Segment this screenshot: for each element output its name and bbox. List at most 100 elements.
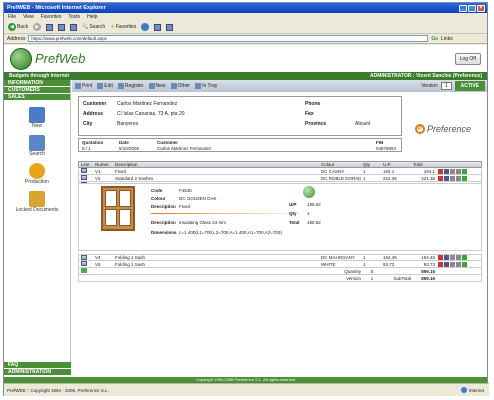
in-tray-button[interactable]: In Tray xyxy=(195,83,217,89)
print-row-icon[interactable] xyxy=(456,175,461,181)
sidebar-section-faq[interactable]: FAQ xyxy=(4,362,71,369)
favorites-label: Favorites xyxy=(115,24,137,30)
add-row-icon[interactable] xyxy=(462,255,467,260)
row-up: 221.36 xyxy=(383,175,397,181)
description-label: Description xyxy=(151,204,176,209)
register-icon xyxy=(117,83,124,89)
row-select-button[interactable] xyxy=(81,261,87,266)
province-value: Alicant xyxy=(355,121,371,127)
maximize-button[interactable]: □ xyxy=(468,4,476,12)
print-button[interactable]: Print xyxy=(75,83,92,89)
sidebar-item-search[interactable]: Search xyxy=(4,135,70,157)
print-row-icon[interactable] xyxy=(456,255,461,260)
table-row[interactable]: V5 Folding 1 Sash WHITE 1 93.73 93.73 xyxy=(78,261,482,268)
sidebar-section-sales[interactable]: SALES xyxy=(4,94,70,101)
row-select-button[interactable] xyxy=(81,175,87,180)
delete-icon[interactable] xyxy=(438,168,443,174)
line-detail-panel: Code F4540 Colour DC GOLDEN OAK Descript… xyxy=(78,183,482,251)
media-icon[interactable] xyxy=(141,23,150,31)
minimize-button[interactable]: _ xyxy=(459,4,467,12)
preference-p-icon: P xyxy=(415,124,425,134)
delete-icon[interactable] xyxy=(438,175,443,181)
sidebar-section-customers[interactable]: CUSTOMERS xyxy=(4,87,70,94)
table-row[interactable]: V4 Folding 1 Sash DC MAHOGANY 1 154.45 1… xyxy=(78,254,482,261)
app-header: PrefWeb Log Off xyxy=(4,45,487,72)
edit-button[interactable]: Edit xyxy=(97,83,113,89)
table-row[interactable]: V1 Fixed DC CASRA 1 194.1 194.1 xyxy=(78,168,482,175)
sidebar-item-locked-documents[interactable]: Locked Documents xyxy=(4,191,70,213)
divider xyxy=(151,213,311,214)
sidebar-section-information[interactable]: INFORMATION xyxy=(4,80,70,87)
address-input[interactable]: https://www.prefweb.com/default.aspx xyxy=(28,35,429,42)
links-label[interactable]: Links xyxy=(441,36,453,42)
favorites-button[interactable]: ★ Favorites xyxy=(110,24,136,30)
print-row-icon[interactable] xyxy=(456,261,461,267)
sidebar-item-new[interactable]: New xyxy=(4,107,70,129)
app-greenbar: Budgets through Internet ADMINISTRATOR :… xyxy=(4,72,487,80)
delete-icon[interactable] xyxy=(438,261,443,267)
version-select[interactable]: 1 xyxy=(440,82,452,90)
edit-row-icon[interactable] xyxy=(450,168,455,174)
print-row-icon[interactable] xyxy=(456,168,461,174)
refresh-icon[interactable] xyxy=(58,23,66,31)
copy-icon[interactable] xyxy=(444,175,449,181)
copy-icon[interactable] xyxy=(444,168,449,174)
sidebar-section-administration[interactable]: ADMINISTRATION xyxy=(4,369,71,376)
internet-zone-icon xyxy=(460,387,467,393)
star-icon: ★ xyxy=(110,24,115,30)
edit-row-icon[interactable] xyxy=(450,261,455,267)
row-colour: DC CASRA xyxy=(321,168,345,174)
menu-view[interactable]: View xyxy=(23,14,34,20)
row-select-button[interactable] xyxy=(81,254,87,260)
row-qty: 1 xyxy=(363,168,366,174)
row-number: V2 xyxy=(95,175,101,181)
customer-value: Carlos Martinez Fernandez xyxy=(117,101,178,107)
delete-icon[interactable] xyxy=(438,255,443,260)
other-button[interactable]: Other xyxy=(170,83,190,89)
register-button[interactable]: Register xyxy=(117,83,144,89)
new-button[interactable]: New xyxy=(148,83,166,89)
menu-file[interactable]: File xyxy=(8,14,16,20)
edit-row-icon[interactable] xyxy=(450,255,455,260)
add-line-icon[interactable] xyxy=(81,268,87,273)
sidebar-item-production[interactable]: Production xyxy=(4,163,70,185)
add-row-icon[interactable] xyxy=(462,168,467,174)
edit-row-icon[interactable] xyxy=(450,175,455,181)
row-colour: WHITE xyxy=(321,261,336,267)
sidebar: INFORMATION CUSTOMERS SALES New Search P… xyxy=(4,80,71,376)
up-value: 195.52 xyxy=(307,202,321,207)
totals-version-value[interactable]: 1 xyxy=(361,276,381,281)
quotation-header: Quotation xyxy=(82,140,104,145)
mail-icon[interactable] xyxy=(154,23,162,31)
menu-help[interactable]: Help xyxy=(87,14,97,20)
row-number: V1 xyxy=(95,168,101,174)
col-colour: Colour xyxy=(321,162,335,167)
address-label: Address xyxy=(83,111,104,117)
add-row-icon[interactable] xyxy=(462,175,467,181)
user-info: ADMINISTRATOR : Vicent Sanchis (Preferen… xyxy=(370,73,482,79)
print-icon[interactable] xyxy=(166,23,174,31)
go-button[interactable]: Go xyxy=(431,36,438,42)
print-icon xyxy=(75,83,81,89)
copy-icon[interactable] xyxy=(444,261,449,267)
menu-favorites[interactable]: Favorites xyxy=(41,14,62,20)
globe-icon[interactable] xyxy=(303,186,315,198)
close-button[interactable]: × xyxy=(477,4,485,12)
search-document-icon xyxy=(29,135,45,151)
copy-icon[interactable] xyxy=(444,255,449,260)
quantity-label: Quantity xyxy=(344,268,361,274)
add-row-icon[interactable] xyxy=(462,261,467,267)
menu-tools[interactable]: Tools xyxy=(68,14,80,20)
new-label: New xyxy=(155,83,166,89)
address-value: C/ Islas Canarias, 73 A, pta 20 xyxy=(117,111,185,117)
home-icon[interactable] xyxy=(70,23,78,31)
preference-name: Preference xyxy=(427,124,472,134)
search-button[interactable]: 🔍 Search xyxy=(82,24,105,30)
forward-arrow-icon[interactable]: ▶ xyxy=(33,23,42,31)
table-row[interactable]: V2 Standard 2 Sashes DC ROBLE DORADO 1 2… xyxy=(78,175,482,182)
logoff-button[interactable]: Log Off xyxy=(454,52,481,65)
row-select-button[interactable] xyxy=(81,168,87,173)
back-button[interactable]: ◀ Back xyxy=(8,23,28,31)
stop-icon[interactable] xyxy=(46,23,54,31)
totals-version-label: Version xyxy=(345,275,361,281)
